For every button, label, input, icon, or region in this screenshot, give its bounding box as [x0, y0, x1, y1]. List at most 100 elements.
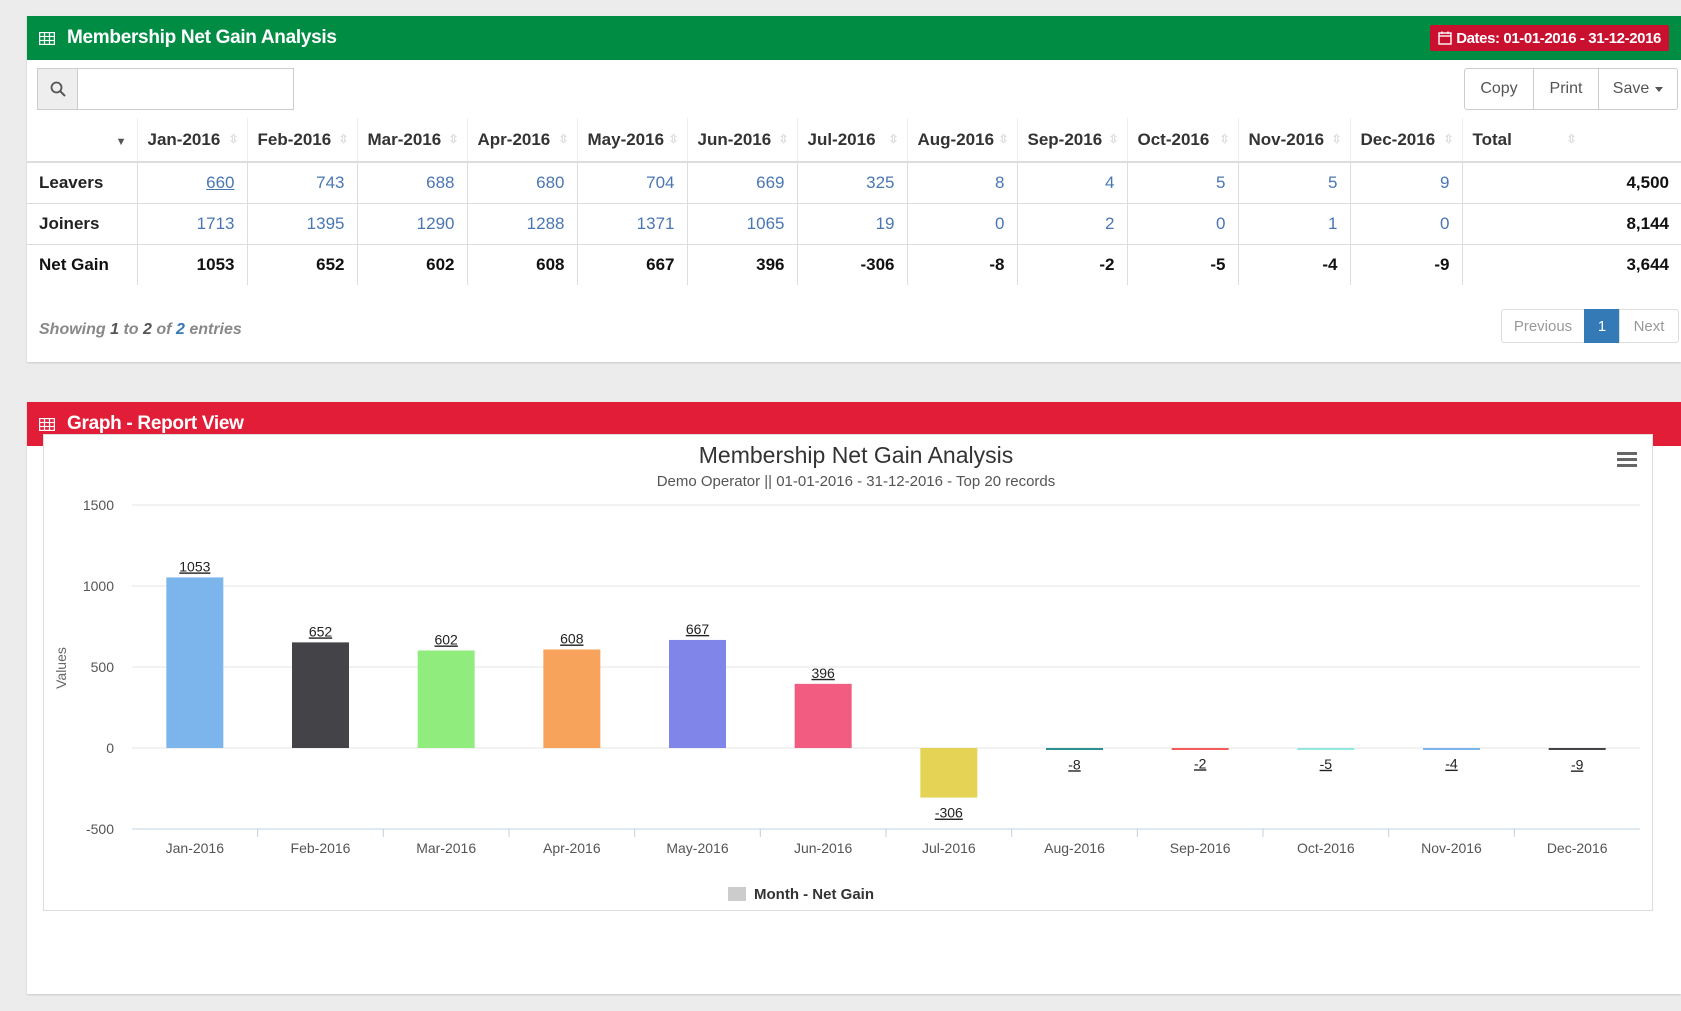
print-button[interactable]: Print [1533, 68, 1599, 110]
x-tick-label: Apr-2016 [543, 840, 601, 856]
bar-oct-2016[interactable] [1297, 748, 1355, 750]
data-label: 602 [434, 631, 458, 647]
bar-jul-2016[interactable] [920, 748, 978, 798]
column-header-label: Jan-2016 [147, 129, 221, 149]
next-page-button[interactable]: Next [1619, 309, 1679, 343]
table-cell-link[interactable]: 8 [906, 161, 1017, 203]
calendar-icon [1438, 31, 1452, 45]
bar-sep-2016[interactable] [1171, 748, 1229, 750]
column-header[interactable]: Jun-2016 ⇳ [686, 118, 797, 163]
column-header[interactable]: Total ⇳ [1461, 118, 1681, 163]
column-header[interactable]: Oct-2016 ⇳ [1126, 118, 1238, 163]
column-header[interactable]: Dec-2016 ⇳ [1349, 118, 1462, 163]
sort-icon: ⇳ [558, 132, 569, 146]
table-cell-link[interactable]: 1290 [356, 202, 467, 244]
y-tick-label: 1000 [83, 578, 114, 594]
x-tick-label: Sep-2016 [1170, 840, 1231, 856]
table-cell-link[interactable]: 0 [1349, 202, 1462, 244]
table-cell-link[interactable]: 680 [466, 161, 577, 203]
column-header-label: Jun-2016 [697, 129, 772, 149]
legend-swatch [728, 887, 746, 901]
table-cell-link[interactable]: 0 [1126, 202, 1238, 244]
column-header[interactable]: Apr-2016 ⇳ [466, 118, 577, 163]
search-input[interactable] [78, 69, 293, 109]
table-cell-link[interactable]: 669 [686, 161, 797, 203]
info-count: 2 [175, 321, 185, 338]
cell-link-text[interactable]: 660 [206, 173, 234, 192]
table-cell-link[interactable]: 19 [796, 202, 907, 244]
bar-chart: Membership Net Gain Analysis Demo Operat… [53, 442, 1640, 903]
data-label: 667 [686, 621, 710, 637]
legend-item[interactable]: Month - Net Gain [728, 886, 874, 903]
table-cell-link[interactable]: 0 [906, 202, 1017, 244]
column-header[interactable]: Sep-2016 ⇳ [1016, 118, 1127, 163]
graph-panel: Graph - Report View Membership Net Gain … [27, 402, 1681, 994]
table-cell-link[interactable]: 1713 [136, 202, 247, 244]
bar-nov-2016[interactable] [1423, 748, 1480, 750]
column-header-label: Total [1472, 129, 1512, 149]
sort-icon: ⇳ [1443, 132, 1454, 146]
bar-apr-2016[interactable] [543, 649, 601, 748]
column-header-label: Jul-2016 [807, 129, 876, 149]
table-row-net-gain: Net Gain 1053 652 602 608 667 396 -306 -… [27, 243, 1681, 285]
x-tick-label: Oct-2016 [1297, 840, 1355, 856]
bar-feb-2016[interactable] [292, 642, 349, 748]
column-header[interactable]: May-2016 ⇳ [576, 118, 687, 163]
bar-dec-2016[interactable] [1548, 748, 1606, 750]
table-cell-link[interactable]: 1288 [466, 202, 577, 244]
sort-icon: ⇳ [1566, 132, 1577, 146]
x-tick-label: Jan-2016 [166, 840, 225, 856]
column-header-label: Oct-2016 [1137, 129, 1210, 149]
column-header[interactable]: Aug-2016 ⇳ [906, 118, 1017, 163]
data-label: 652 [309, 623, 333, 639]
table-cell-link[interactable]: 1 [1237, 202, 1350, 244]
column-header-label: Aug-2016 [917, 129, 995, 149]
column-header-label: Apr-2016 [477, 129, 551, 149]
date-range-badge: Dates: 01-01-2016 - 31-12-2016 [1430, 25, 1669, 51]
sort-icon: ⇳ [998, 132, 1009, 146]
previous-page-button[interactable]: Previous [1501, 309, 1585, 343]
info-to: 2 [143, 321, 152, 338]
table-cell-link[interactable]: 1395 [246, 202, 357, 244]
table-row-joiners: Joiners 1713 1395 1290 1288 1371 1065 19… [27, 202, 1681, 244]
legend-label: Month - Net Gain [754, 886, 874, 903]
table-cell: -5 [1126, 243, 1238, 285]
bar-jun-2016[interactable] [794, 683, 852, 748]
column-header[interactable]: Jan-2016 ⇳ [136, 118, 247, 163]
row-label-column-header[interactable]: ▼ [27, 118, 137, 163]
bar-aug-2016[interactable] [1046, 748, 1103, 750]
chart-menu-icon[interactable] [1614, 449, 1640, 471]
column-header[interactable]: Jul-2016 ⇳ [796, 118, 907, 163]
data-label: -2 [1194, 755, 1207, 771]
column-header[interactable]: Feb-2016 ⇳ [246, 118, 357, 163]
table-cell-link[interactable]: 1065 [686, 202, 797, 244]
chart-container: Membership Net Gain Analysis Demo Operat… [43, 434, 1653, 911]
table-cell-link[interactable]: 5 [1126, 161, 1238, 203]
table-cell-link[interactable]: 1371 [576, 202, 687, 244]
table-cell-link[interactable]: 325 [796, 161, 907, 203]
save-button[interactable]: Save [1598, 68, 1678, 110]
bar-jan-2016[interactable] [166, 577, 224, 748]
data-label: -5 [1320, 756, 1333, 772]
column-header[interactable]: Nov-2016 ⇳ [1237, 118, 1350, 163]
x-tick-label: Aug-2016 [1044, 840, 1105, 856]
page-1-button[interactable]: 1 [1584, 309, 1620, 343]
table-cell-link[interactable]: 2 [1016, 202, 1127, 244]
table-cell-link[interactable]: 688 [356, 161, 467, 203]
table-cell: -4 [1237, 243, 1350, 285]
table-cell-link[interactable]: 704 [576, 161, 687, 203]
table-cell-link[interactable]: 743 [246, 161, 357, 203]
sort-icon: ⇳ [668, 132, 679, 146]
copy-button[interactable]: Copy [1464, 68, 1534, 110]
table-cell-link[interactable]: 9 [1349, 161, 1462, 203]
table-cell-link[interactable]: 4 [1016, 161, 1127, 203]
bar-may-2016[interactable] [669, 639, 726, 748]
table-cell-link[interactable]: 5 [1237, 161, 1350, 203]
column-header[interactable]: Mar-2016 ⇳ [356, 118, 467, 163]
y-tick-label: 0 [106, 740, 114, 756]
net-gain-table-panel: Membership Net Gain Analysis Dates: 01-0… [27, 16, 1681, 362]
bar-mar-2016[interactable] [417, 650, 475, 748]
column-header-label: May-2016 [587, 129, 665, 149]
table-cell-link[interactable]: 660 [136, 161, 247, 203]
info-text: Showing [39, 321, 106, 338]
